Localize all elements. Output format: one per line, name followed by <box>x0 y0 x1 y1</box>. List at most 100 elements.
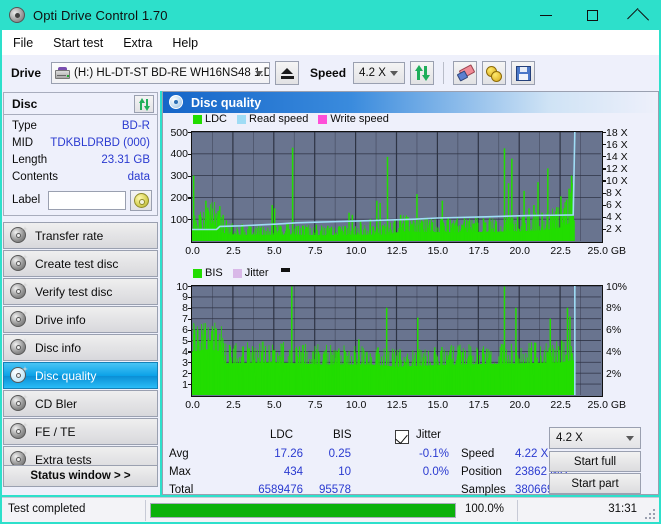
disc-row-mid-value: TDKBLDRBD (000) <box>50 137 150 149</box>
y-tick-label: 100 <box>170 213 188 226</box>
y-tick <box>188 307 191 309</box>
toolbar: Drive (H:) HL-DT-ST BD-RE WH16NS48 1.D3 … <box>2 55 659 91</box>
sidebar-item-label: Drive info <box>35 312 86 327</box>
sidebar-item-transfer-rate[interactable]: Transfer rate <box>3 222 158 249</box>
menu-start-test[interactable]: Start test <box>44 33 112 53</box>
start-part-button[interactable]: Start part <box>549 473 641 494</box>
y-tick-label: 400 <box>170 148 188 161</box>
sidebar-item-disc-info[interactable]: Disc info <box>3 334 158 361</box>
menu-file[interactable]: File <box>4 33 42 53</box>
resize-grip[interactable] <box>645 509 656 520</box>
status-bar: Test completed 100.0% 31:31 <box>2 497 659 522</box>
speed-select-value: 4.2 X <box>359 67 386 79</box>
close-button[interactable] <box>615 0 661 30</box>
stats-row-avg: Avg <box>169 448 189 460</box>
y2-tick-label: 14 X <box>606 150 628 163</box>
speed-select[interactable]: 4.2 X <box>353 62 406 84</box>
disc-row-length-value: 23.31 GB <box>101 154 150 166</box>
stats-bis-total: 95578 <box>319 484 351 496</box>
sidebar-item-label: Disc info <box>35 340 82 355</box>
app-disc-icon <box>8 6 26 24</box>
disc-icon <box>10 366 28 384</box>
y-tick-label: 9 <box>182 291 188 304</box>
disc-icon <box>10 226 28 244</box>
disc-row-mid: MID TDKBLDRBD (000) <box>4 136 157 153</box>
optical-drive-icon <box>55 66 71 80</box>
progress-bar-fill <box>151 504 455 517</box>
cd-disc-icon <box>133 193 149 208</box>
stats-speed-value: 4.22 X <box>515 448 549 460</box>
y-tick <box>188 132 191 134</box>
legend-entry-read-speed: Read speed <box>237 113 308 125</box>
eject-button[interactable] <box>275 61 300 85</box>
disc-icon <box>10 310 28 328</box>
y-tick <box>188 286 191 288</box>
disc-label-apply-button[interactable] <box>130 190 152 211</box>
stats-position-label: Position <box>461 466 502 478</box>
legend-swatch-bis <box>193 268 202 278</box>
ldc-chart-legend: LDC Read speed Write speed <box>193 113 395 125</box>
y2-tick-label: 16 X <box>606 138 628 151</box>
x-tick-label: 25.0 GB <box>587 399 627 411</box>
stats-samples-value: 380669 <box>515 484 554 496</box>
disc-refresh-button[interactable] <box>134 95 154 113</box>
erase-button[interactable] <box>453 61 478 85</box>
y2-tick <box>603 228 606 231</box>
refresh-icon <box>138 97 151 111</box>
legend-swatch-read-speed <box>237 114 247 124</box>
disc-label-key: Label <box>12 194 41 206</box>
legend-entry-write-speed: Write speed <box>318 113 389 125</box>
y2-tick <box>603 204 606 206</box>
maximize-button[interactable] <box>569 0 615 30</box>
refresh-button[interactable] <box>410 61 435 85</box>
sidebar-item-cd-bler[interactable]: CD Bler <box>3 390 158 417</box>
disc-row-contents: Contents data <box>4 170 157 187</box>
y-tick <box>188 384 191 386</box>
legend-label-write-speed: Write speed <box>330 113 389 125</box>
y2-tick-label: 18 X <box>606 126 628 139</box>
sidebar-item-fe-te[interactable]: FE / TE <box>3 418 158 445</box>
sidebar-item-disc-quality[interactable]: Disc quality <box>3 362 158 389</box>
y2-tick <box>603 156 606 158</box>
disc-row-contents-key: Contents <box>12 171 59 183</box>
minimize-button[interactable] <box>523 0 569 30</box>
sidebar-item-create-test-disc[interactable]: Create test disc <box>3 250 158 277</box>
y2-tick <box>603 216 606 218</box>
y-tick <box>188 153 191 155</box>
y-tick <box>188 351 191 353</box>
y2-tick <box>603 192 606 194</box>
status-window-button[interactable]: Status window > > <box>3 465 158 487</box>
save-button[interactable] <box>511 61 536 85</box>
menu-extra[interactable]: Extra <box>114 33 161 53</box>
menu-help[interactable]: Help <box>163 33 207 53</box>
sidebar-item-drive-info[interactable]: Drive info <box>3 306 158 333</box>
disc-label-row: Label <box>4 189 157 213</box>
disc-icon <box>10 394 28 412</box>
stats-row-max: Max <box>169 466 191 478</box>
bookmarks-button[interactable] <box>482 61 507 85</box>
jitter-checkbox[interactable] <box>395 430 409 444</box>
sidebar-item-verify-test-disc[interactable]: Verify test disc <box>3 278 158 305</box>
stats-jitter-max: 0.0% <box>422 466 449 478</box>
y-tick-label: 6 <box>182 324 188 337</box>
stats-samples-label: Samples <box>461 484 506 496</box>
sidebar-item-label: CD Bler <box>35 396 78 411</box>
y2-tick-label: 12 X <box>606 162 628 175</box>
y2-tick-label: 2 X <box>606 223 622 236</box>
y2-tick <box>603 168 606 170</box>
disc-row-contents-value: data <box>127 171 150 183</box>
y-tick <box>188 318 191 320</box>
y2-tick-label: 4 X <box>606 211 622 224</box>
y-tick <box>188 197 191 199</box>
test-speed-select[interactable]: 4.2 X <box>549 427 641 449</box>
x-tick-label: 25.0 GB <box>587 245 627 257</box>
stats-ldc-avg: 17.26 <box>274 448 303 460</box>
stats-bis-max: 10 <box>338 466 351 478</box>
y2-tick-label: 8 X <box>606 187 622 200</box>
toolbar-divider <box>443 62 445 84</box>
drive-select[interactable]: (H:) HL-DT-ST BD-RE WH16NS48 1.D3 <box>51 62 271 84</box>
content-header: Disc quality <box>163 92 658 113</box>
y2-tick-label: 2% <box>606 367 622 380</box>
start-full-button[interactable]: Start full <box>549 451 641 472</box>
disc-label-input[interactable] <box>48 191 126 210</box>
